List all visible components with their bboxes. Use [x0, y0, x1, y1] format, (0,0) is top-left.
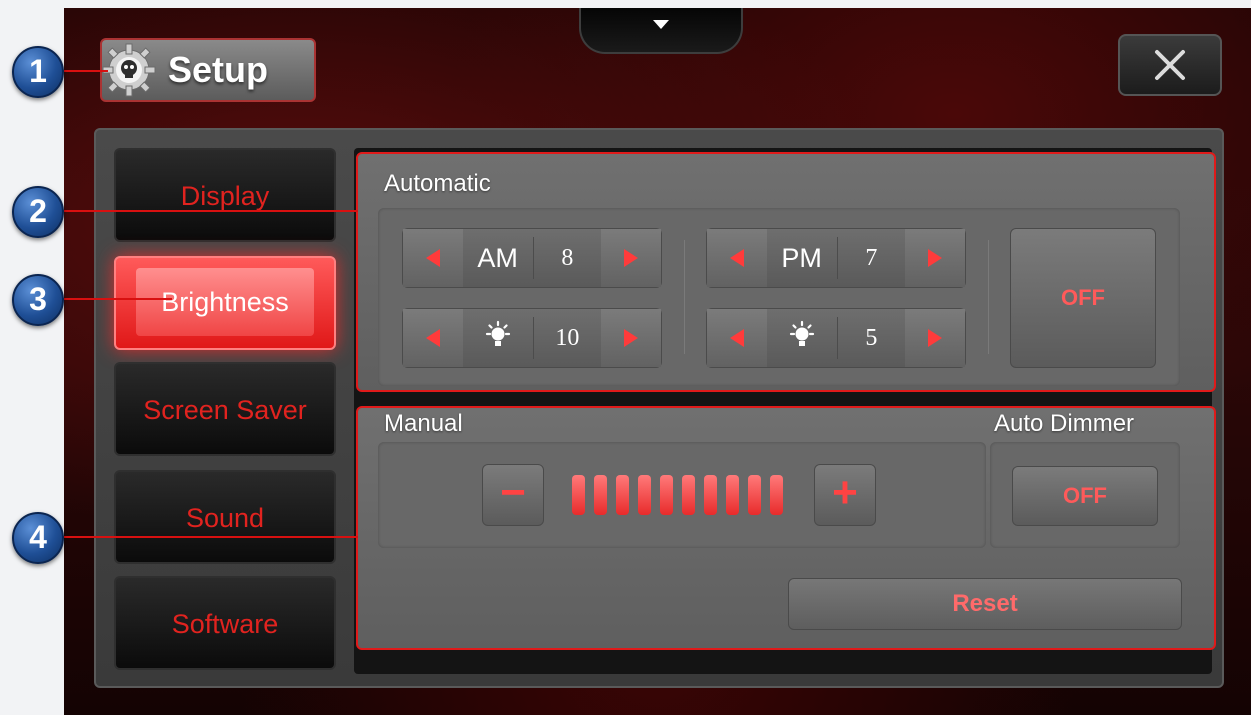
am-brightness-value: 10: [555, 324, 580, 351]
callout-line-3: [62, 298, 172, 300]
triangle-right-icon: [928, 249, 943, 267]
pm-brightness-decrease-button[interactable]: [707, 309, 767, 367]
level-segment: [616, 475, 629, 515]
am-time-stepper: AM 8: [402, 228, 662, 288]
pm-time-increase-button[interactable]: [905, 229, 965, 287]
sidebar-item-label: Software: [171, 609, 279, 639]
sidebar-item-sound[interactable]: Sound: [114, 470, 336, 564]
pm-brightness-increase-button[interactable]: [905, 309, 965, 367]
sidebar-item-software[interactable]: Software: [114, 576, 336, 670]
pm-time-value: 7: [865, 244, 878, 271]
triangle-left-icon: [425, 249, 440, 267]
callout-4: 4: [12, 512, 64, 564]
callout-3: 3: [12, 274, 64, 326]
am-brightness-decrease-button[interactable]: [403, 309, 463, 367]
sidebar-item-screen-saver[interactable]: Screen Saver: [114, 362, 336, 456]
am-label: AM: [477, 242, 518, 273]
reset-button[interactable]: Reset: [788, 578, 1182, 630]
sidebar-item-label: Display: [180, 181, 270, 211]
manual-section: Manual Auto Dimmer − + OFF Reset: [356, 406, 1216, 650]
callout-line-2: [62, 210, 358, 212]
sun-icon: [767, 320, 837, 357]
am-time-increase-button[interactable]: [601, 229, 661, 287]
level-segment: [594, 475, 607, 515]
automatic-section: Automatic AM 8 10 PM 7 5 OFF: [356, 152, 1216, 392]
level-segment: [682, 475, 695, 515]
sidebar-item-label: Screen Saver: [143, 395, 307, 425]
callout-1: 1: [12, 46, 64, 98]
settings-panel: Display Brightness Screen Saver Sound So…: [94, 128, 1224, 688]
level-segment: [572, 475, 585, 515]
triangle-right-icon: [928, 329, 943, 347]
level-segment: [770, 475, 783, 515]
pm-time-decrease-button[interactable]: [707, 229, 767, 287]
level-segment: [660, 475, 673, 515]
level-segment: [638, 475, 651, 515]
triangle-down-icon: [653, 20, 669, 29]
level-segment: [704, 475, 717, 515]
brightness-level-bar: [572, 475, 792, 515]
sidebar-item-label: Brightness: [136, 268, 314, 336]
triangle-left-icon: [729, 249, 744, 267]
level-segment: [748, 475, 761, 515]
auto-dimmer-title: Auto Dimmer: [994, 410, 1135, 437]
callout-2: 2: [12, 186, 64, 238]
device-screen: Setup Display Brightness Screen Saver So…: [64, 8, 1251, 715]
sidebar-item-brightness[interactable]: Brightness: [114, 256, 336, 350]
manual-title: Manual: [384, 410, 463, 437]
level-segment: [726, 475, 739, 515]
divider: [684, 240, 685, 354]
manual-controls: − +: [378, 442, 986, 548]
triangle-right-icon: [624, 329, 639, 347]
am-time-decrease-button[interactable]: [403, 229, 463, 287]
sidebar-item-display[interactable]: Display: [114, 148, 336, 242]
am-time-value: 8: [561, 244, 574, 271]
pm-label: PM: [781, 242, 822, 273]
brightness-increase-button[interactable]: +: [814, 464, 876, 526]
auto-dimmer-controls: OFF: [990, 442, 1180, 548]
setup-title: Setup: [168, 49, 269, 90]
pm-brightness-value: 5: [865, 324, 878, 351]
sun-icon: [463, 320, 533, 357]
triangle-left-icon: [425, 329, 440, 347]
gear-icon: [100, 41, 158, 99]
automatic-controls: AM 8 10 PM 7 5 OFF: [378, 208, 1180, 386]
brightness-content: Automatic AM 8 10 PM 7 5 OFF Manual Auto…: [354, 148, 1216, 674]
am-brightness-increase-button[interactable]: [601, 309, 661, 367]
callout-line-1: [62, 70, 108, 72]
close-button[interactable]: [1118, 34, 1222, 96]
am-brightness-stepper: 10: [402, 308, 662, 368]
triangle-right-icon: [624, 249, 639, 267]
automatic-title: Automatic: [384, 170, 491, 197]
top-pulldown-handle[interactable]: [579, 8, 743, 54]
pm-brightness-stepper: 5: [706, 308, 966, 368]
sidebar-item-label: Sound: [185, 503, 265, 533]
callout-line-4: [62, 536, 358, 538]
automatic-off-button[interactable]: OFF: [1010, 228, 1156, 368]
triangle-left-icon: [729, 329, 744, 347]
pm-time-stepper: PM 7: [706, 228, 966, 288]
divider: [988, 240, 989, 354]
auto-dimmer-off-button[interactable]: OFF: [1012, 466, 1158, 526]
brightness-decrease-button[interactable]: −: [482, 464, 544, 526]
close-icon: [1155, 50, 1185, 80]
setup-button[interactable]: Setup: [100, 38, 316, 102]
